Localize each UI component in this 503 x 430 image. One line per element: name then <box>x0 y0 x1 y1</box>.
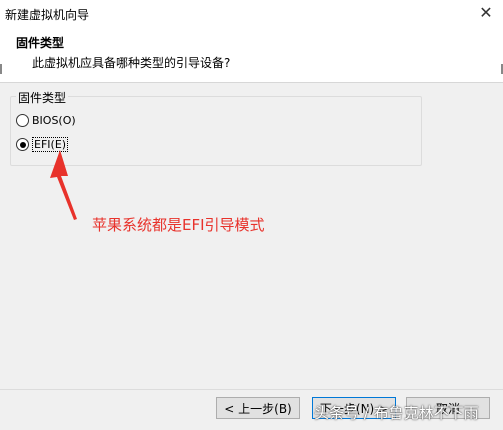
footer-divider <box>0 389 503 390</box>
watermark: 头条号 / 布鲁克林不下雨 <box>314 404 479 422</box>
annotation-text: 苹果系统都是EFI引导模式 <box>92 216 265 234</box>
back-button[interactable]: < 上一步(B) <box>216 397 300 419</box>
